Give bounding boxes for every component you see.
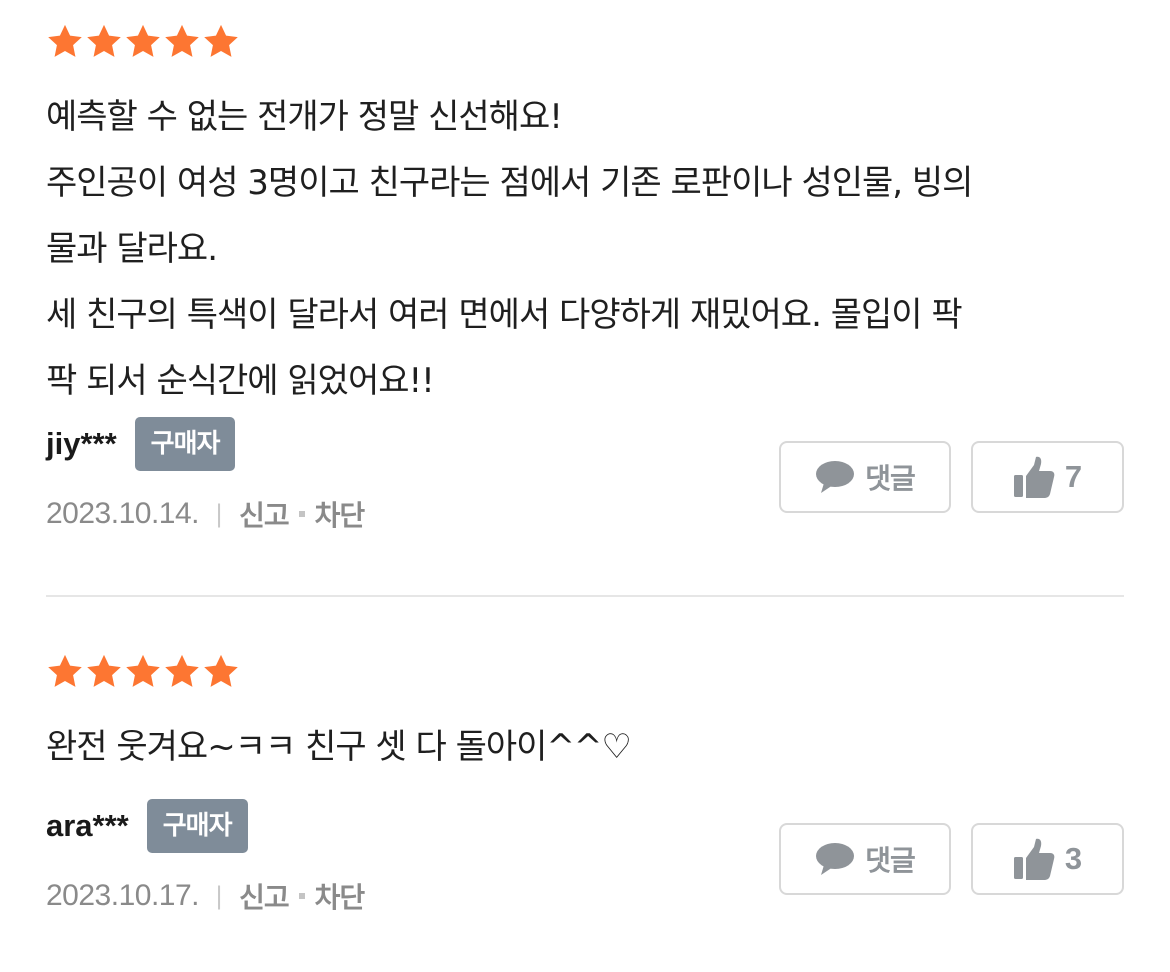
review-text: 완전 웃겨요~ㅋㅋ 친구 셋 다 돌아이^^♡ xyxy=(46,714,1124,780)
review-text-line: 물과 달라요. xyxy=(46,229,218,269)
comment-label: 댓글 xyxy=(865,462,916,495)
review-meta: jiy*** 구매자 2023.10.14. | 신고 차단 댓글 7 xyxy=(46,416,1124,546)
star-icon xyxy=(202,23,241,61)
star-icon xyxy=(163,23,202,61)
block-link[interactable]: 차단 xyxy=(315,494,366,534)
review-meta: ara*** 구매자 2023.10.17. | 신고 차단 댓글 3 xyxy=(46,798,1124,928)
review-text-line: 팍 되서 순식간에 읽었어요!! xyxy=(46,361,435,401)
star-icon xyxy=(85,23,124,61)
star-icon xyxy=(163,653,202,691)
author-name: jiy*** xyxy=(46,426,117,461)
star-icon xyxy=(85,653,124,691)
comment-button[interactable]: 댓글 xyxy=(779,441,951,513)
like-button[interactable]: 7 xyxy=(971,441,1124,513)
info-row: 2023.10.17. | 신고 차단 xyxy=(46,876,366,916)
speech-bubble-icon xyxy=(815,841,855,877)
review-item: 완전 웃겨요~ㅋㅋ 친구 셋 다 돌아이^^♡ ara*** 구매자 2023.… xyxy=(46,652,1124,914)
star-icon xyxy=(46,23,85,61)
separator: | xyxy=(214,500,224,528)
star-icon xyxy=(202,653,241,691)
block-link[interactable]: 차단 xyxy=(315,876,366,916)
author-row: jiy*** 구매자 xyxy=(46,416,236,472)
speech-bubble-icon xyxy=(815,459,855,495)
like-count: 3 xyxy=(1064,841,1083,876)
buyer-badge: 구매자 xyxy=(146,799,248,853)
buyer-badge: 구매자 xyxy=(134,417,236,471)
review-text-line: 완전 웃겨요~ㅋㅋ 친구 셋 다 돌아이^^♡ xyxy=(46,727,632,767)
review-date: 2023.10.14. xyxy=(46,497,199,530)
star-icon xyxy=(124,23,163,61)
comment-button[interactable]: 댓글 xyxy=(779,823,951,895)
info-row: 2023.10.14. | 신고 차단 xyxy=(46,494,366,534)
comment-label: 댓글 xyxy=(865,844,916,877)
separator: | xyxy=(214,882,224,910)
thumbs-up-icon xyxy=(1013,837,1055,881)
review-text-line: 예측할 수 없는 전개가 정말 신선해요! xyxy=(46,97,563,137)
dot-separator xyxy=(298,511,305,517)
report-link[interactable]: 신고 xyxy=(239,876,290,916)
dot-separator xyxy=(298,893,305,899)
thumbs-up-icon xyxy=(1013,455,1055,499)
author-name: ara*** xyxy=(46,808,129,843)
review-text-line: 주인공이 여성 3명이고 친구라는 점에서 기존 로판이나 성인물, 빙의 xyxy=(46,163,973,203)
review-item: 예측할 수 없는 전개가 정말 신선해요! 주인공이 여성 3명이고 친구라는 … xyxy=(46,22,1124,532)
author-row: ara*** 구매자 xyxy=(46,798,248,854)
review-date: 2023.10.17. xyxy=(46,879,199,912)
star-icon xyxy=(124,653,163,691)
star-rating xyxy=(46,22,1124,62)
report-link[interactable]: 신고 xyxy=(239,494,290,534)
like-count: 7 xyxy=(1064,459,1083,494)
review-text-line: 세 친구의 특색이 달라서 여러 면에서 다양하게 재밌어요. 몰입이 팍 xyxy=(46,295,963,335)
review-text: 예측할 수 없는 전개가 정말 신선해요! 주인공이 여성 3명이고 친구라는 … xyxy=(46,84,1124,414)
review-divider xyxy=(46,595,1124,597)
like-button[interactable]: 3 xyxy=(971,823,1124,895)
star-rating xyxy=(46,652,1124,692)
star-icon xyxy=(46,653,85,691)
